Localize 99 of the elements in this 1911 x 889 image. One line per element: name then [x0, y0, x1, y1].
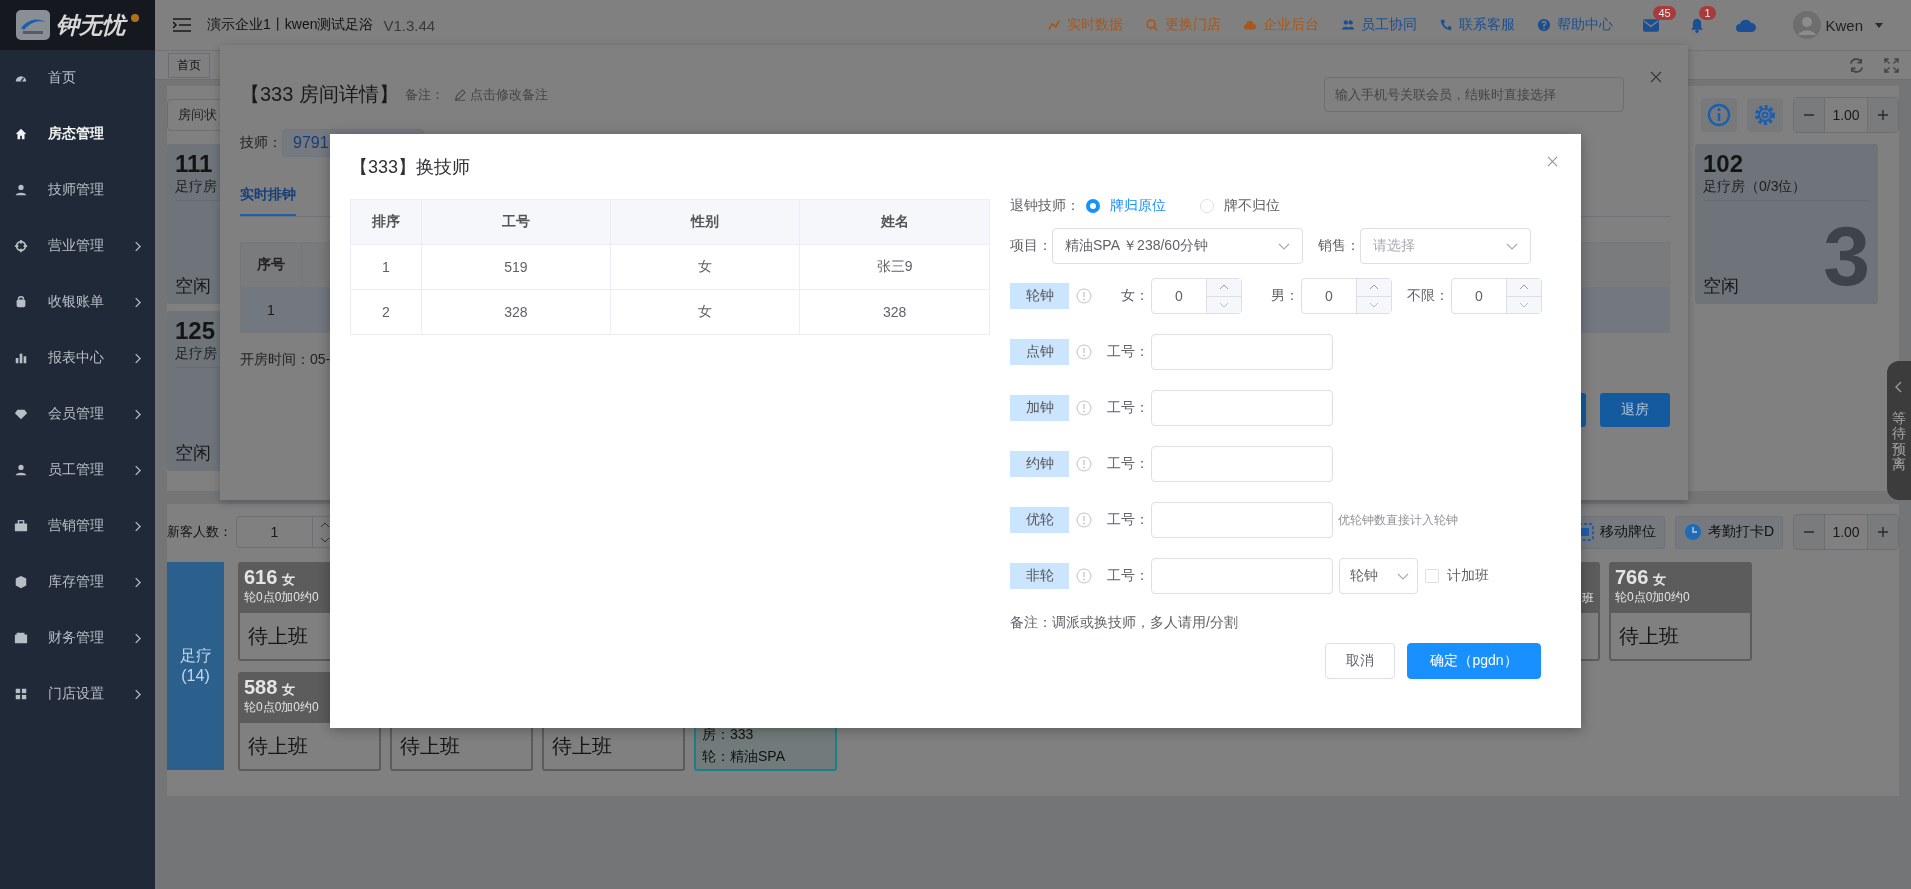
- technician-status: 待上班: [1619, 623, 1679, 649]
- sidebar-item[interactable]: 营业管理: [0, 218, 155, 274]
- table-cell-text: 2: [380, 303, 391, 322]
- assign-tag: 加钟: [1010, 395, 1069, 421]
- sidebar-item[interactable]: 房态管理: [0, 106, 155, 162]
- field-label: 工号：: [1106, 399, 1149, 417]
- clock-counts: 班: [1582, 590, 1594, 607]
- count-stepper[interactable]: 0: [1451, 278, 1542, 314]
- hint-text: 优轮钟数直接计入轮钟: [1338, 511, 1458, 529]
- sidebar-item[interactable]: 财务管理: [0, 610, 155, 666]
- table-cell: 328: [420, 290, 611, 334]
- notification-badge: 45: [1653, 5, 1676, 20]
- rotation-tag: 轮钟: [1010, 283, 1069, 309]
- clock-counts: 轮0点0加0约0: [244, 589, 320, 606]
- technician-gender: 女: [1652, 572, 1666, 587]
- technician-gender: 女: [281, 572, 295, 587]
- open-time: 开房时间：05-: [240, 351, 331, 369]
- room-number: 111: [175, 150, 214, 178]
- field-label: 销售：: [1318, 237, 1360, 255]
- type-select[interactable]: 轮钟: [1339, 558, 1418, 594]
- field-label: 男：: [1270, 287, 1299, 305]
- sidebar-item[interactable]: 收银账单: [0, 274, 155, 330]
- field-label: 工号：: [1106, 511, 1149, 529]
- field-label: 工号：: [1106, 343, 1149, 361]
- category-tab[interactable]: 足疗 (14): [167, 562, 224, 770]
- new-guests-label: 新客人数：: [167, 523, 232, 541]
- dialog-title: 【333】换技师: [350, 156, 471, 179]
- sidebar-item[interactable]: 员工管理: [0, 442, 155, 498]
- dialog-title: 【333 房间详情】: [240, 82, 399, 107]
- radio-label: 牌不归位: [1224, 197, 1280, 215]
- assign-tag: 点钟: [1010, 339, 1069, 365]
- service-info: 轮：精油SPA: [702, 747, 786, 766]
- column-header: 性别: [610, 200, 800, 244]
- table-cell: 女: [610, 290, 800, 334]
- column-header: 工号: [420, 200, 611, 244]
- room-status: 空闲: [175, 442, 211, 465]
- room-number: 102: [1703, 150, 1745, 178]
- note-text: 备注：调派或换技师，多人请用/分割: [1010, 613, 1239, 632]
- sidebar-item[interactable]: 营销管理: [0, 498, 155, 554]
- table-cell: 519: [420, 245, 611, 289]
- field-label: 女：: [1120, 287, 1149, 305]
- sidebar-item[interactable]: 库存管理: [0, 554, 155, 610]
- room-number: 125: [175, 317, 217, 345]
- clock-counts: 轮0点0加0约0: [244, 699, 320, 716]
- table-cell: 女: [610, 245, 800, 289]
- waiting-drawer-tab[interactable]: 等待预离: [1887, 361, 1911, 500]
- technician-card[interactable]: 766 女 轮0点0加0约0 待上班: [1609, 562, 1752, 661]
- field-label: 不限：: [1406, 287, 1449, 305]
- column-header: 姓名: [799, 200, 989, 244]
- confirm-button[interactable]: 确定（pgdn）: [1407, 643, 1541, 679]
- sidebar-item[interactable]: 门店设置: [0, 666, 155, 722]
- technician-number: 588: [244, 676, 278, 698]
- table-cell: 1: [241, 288, 302, 332]
- technician-status: 待上班: [248, 623, 308, 649]
- column-header: 排序: [370, 212, 401, 231]
- count-stepper[interactable]: 0: [1301, 278, 1392, 314]
- room-status: 空闲: [175, 275, 211, 298]
- technician-number: 766: [1615, 566, 1649, 588]
- technician-status: 待上班: [248, 733, 308, 759]
- sidebar-item[interactable]: 首页: [0, 50, 155, 106]
- table-cell-text: 1: [380, 258, 391, 277]
- checkout-button[interactable]: 退房: [1600, 393, 1670, 427]
- technician-gender: 女: [281, 682, 295, 697]
- assign-tag: 非轮: [1010, 563, 1069, 589]
- sidebar-item[interactable]: 会员管理: [0, 386, 155, 442]
- field-label: 工号：: [1106, 455, 1149, 473]
- table-cell: 328: [799, 290, 989, 334]
- count-stepper[interactable]: 0: [1151, 278, 1242, 314]
- version-label: V1.3.44: [383, 16, 436, 34]
- service-select[interactable]: 精油SPA ￥238/60分钟: [1052, 228, 1303, 264]
- sidebar-item[interactable]: 技师管理: [0, 162, 155, 218]
- zoom-stepper[interactable]: 1.00: [1793, 514, 1899, 550]
- radio-option[interactable]: 牌不归位: [1200, 197, 1294, 215]
- action-button[interactable]: 考勤打卡D: [1674, 515, 1783, 549]
- technician-status: 待上班: [552, 733, 612, 759]
- radio-label: 牌归原位: [1110, 197, 1166, 215]
- assign-tag: 约钟: [1010, 451, 1069, 477]
- field-label: 退钟技师：: [1010, 197, 1080, 215]
- radio-option[interactable]: 牌归原位: [1086, 197, 1180, 215]
- checkbox-label: 计加班: [1447, 567, 1489, 585]
- sidebar-item[interactable]: 报表中心: [0, 330, 155, 386]
- app-title: 演示企业1丨kwen测试足浴: [207, 16, 374, 34]
- field-label: 项目：: [1010, 237, 1052, 255]
- field-label: 工号：: [1106, 567, 1149, 585]
- table-cell: 张三9: [799, 245, 989, 289]
- room-info: 房：333: [702, 725, 755, 744]
- room-status: 空闲: [1703, 275, 1739, 298]
- page-tab[interactable]: 首页: [168, 52, 210, 78]
- zoom-stepper[interactable]: 1.00: [1793, 97, 1899, 133]
- note-label: 备注：: [404, 85, 444, 104]
- clock-counts: 轮0点0加0约0: [1615, 589, 1691, 606]
- notification-badge: 1: [1699, 5, 1716, 20]
- technician-status: 待上班: [400, 733, 460, 759]
- room-type: 足疗房（0/3位）: [1703, 178, 1870, 201]
- assign-tag: 优轮: [1010, 507, 1069, 533]
- user-name[interactable]: Kwen: [1825, 16, 1863, 34]
- technician-number: 616: [244, 566, 278, 588]
- technician-label: 技师：: [240, 134, 282, 152]
- cancel-button[interactable]: 取消: [1325, 643, 1395, 679]
